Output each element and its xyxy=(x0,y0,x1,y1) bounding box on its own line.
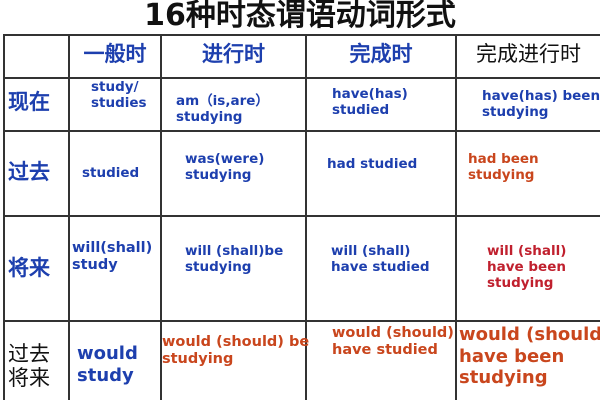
row-label-future: 将来 xyxy=(8,256,50,280)
header-progressive: 进行时 xyxy=(202,42,265,66)
cell-future-in-past-perfect-progressive: would (should) have been studying xyxy=(459,324,600,389)
cell-present-perfect: have(has) studied xyxy=(332,86,408,119)
cell-future-simple: will(shall) study xyxy=(72,240,153,274)
cell-future-perfect: will (shall) have studied xyxy=(331,243,430,276)
divider xyxy=(3,320,600,322)
header-simple: 一般时 xyxy=(83,42,147,66)
cell-past-perfect: had studied xyxy=(327,156,418,172)
cell-future-in-past-perfect: would (should) have studied xyxy=(332,325,454,359)
cell-past-perfect-progressive: had been studying xyxy=(468,151,539,184)
cell-future-perfect-progressive: will (shall) have been studying xyxy=(487,243,567,292)
row-label-future-in-past: 过去 将来 xyxy=(8,342,50,391)
cell-future-in-past-simple: would study xyxy=(77,343,138,386)
divider xyxy=(3,215,600,217)
cell-past-progressive: was(were) studying xyxy=(185,151,265,184)
row-label-past: 过去 xyxy=(8,160,50,184)
row-label-present: 现在 xyxy=(8,90,50,114)
divider xyxy=(68,34,70,400)
cell-present-simple: study/ studies xyxy=(91,79,147,112)
cell-present-progressive: am（is,are） studying xyxy=(176,93,269,126)
header-perfect-progressive: 完成进行时 xyxy=(476,42,581,66)
cell-future-in-past-progressive: would (should) be studying xyxy=(162,334,310,368)
page-title: 16种时态谓语动词形式 xyxy=(144,0,456,33)
cell-present-perfect-progressive: have(has) been studying xyxy=(482,88,600,121)
divider xyxy=(455,34,457,400)
cell-past-simple: studied xyxy=(82,165,140,181)
cell-future-progressive: will (shall)be studying xyxy=(185,243,284,276)
divider xyxy=(3,130,600,132)
header-perfect: 完成时 xyxy=(349,42,413,66)
